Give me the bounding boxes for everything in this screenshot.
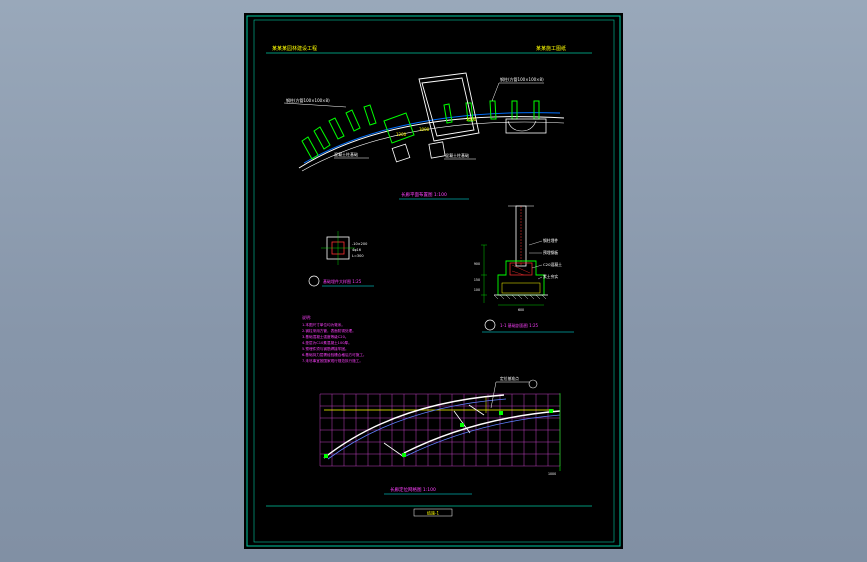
note-line-2: 2.钢柱采用方管，表面防锈处理。 — [302, 328, 356, 333]
grid-callout: 定位基准点 — [500, 376, 519, 381]
note-line-4: 4.垫层为C10素混凝土100厚。 — [302, 340, 352, 345]
note-line-1: 1.本图尺寸单位均为毫米。 — [302, 322, 345, 327]
detail-dim-2: 4φ16 — [352, 248, 361, 252]
section-dim-3: 100 — [474, 288, 480, 292]
header-left-text: 某某某园林建设工程 — [272, 45, 317, 52]
plan-dim-b: 3000 — [419, 127, 430, 132]
footer-label: 结施-1 — [427, 510, 439, 516]
note-line-3: 3.基础混凝土强度等级C20。 — [302, 334, 348, 339]
plan-callout-right: 钢柱(方管100×100×8) — [500, 76, 544, 82]
embed-detail-view: -10×200 4φ16 L=300 基础埋件大样图 1:25 — [308, 231, 374, 287]
notes-block: 说明: 1.本图尺寸单位均为毫米。 2.钢柱采用方管，表面防锈处理。 3.基础混… — [302, 314, 367, 363]
plan-title: 长廊平面布置图 1:100 — [401, 191, 447, 198]
foundation-section-view: 900 150 100 600 钢柱埋件 预埋钢板 C20混凝土 素土夯实 1-… — [474, 205, 574, 333]
section-title: 1-1 基础剖面图 1:25 — [500, 322, 539, 328]
note-line-6: 6.基础持力层需经验槽合格后方可施工。 — [302, 352, 367, 357]
section-dim-2: 150 — [474, 278, 480, 282]
detail-dim-1: -10×200 — [352, 242, 367, 246]
plan-view: 1200 3000 3000 钢柱(方管100×100×8) 钢柱(方管100×… — [283, 72, 565, 200]
note-line-7: 7.未尽事宜按国家现行规范执行施工。 — [302, 358, 363, 363]
section-label-1: 钢柱埋件 — [543, 238, 558, 243]
section-label-3: C20混凝土 — [543, 262, 562, 267]
plan-callout-bottom2: 混凝土柱基础 — [445, 152, 469, 158]
note-line-0: 说明: — [302, 314, 311, 320]
section-dim-1: 900 — [474, 262, 480, 266]
grid-dim: 1000 — [548, 472, 556, 476]
detail-dim-3: L=300 — [352, 254, 364, 258]
layout-grid-view: 1000 定位基准点 长廊定位网格图 1:100 — [319, 376, 561, 495]
plan-dim-a: 1200 — [396, 132, 407, 137]
header-right-text: 某某施工图纸 — [536, 45, 566, 52]
plan-dim-c: 3000 — [466, 117, 477, 122]
section-label-4: 素土夯实 — [543, 274, 558, 279]
drawing-canvas: 某某某园林建设工程 某某施工图纸 1200 3000 3000 钢柱(方管100… — [246, 15, 621, 547]
plan-callout-left: 钢柱(方管100×100×8) — [286, 97, 330, 103]
detail-title: 基础埋件大样图 1:25 — [323, 278, 362, 284]
grid-title: 长廊定位网格图 1:100 — [390, 486, 436, 493]
note-line-5: 5.预埋件须与钢筋焊接牢固。 — [302, 346, 349, 351]
cad-viewport[interactable]: 某某某园林建设工程 某某施工图纸 1200 3000 3000 钢柱(方管100… — [0, 0, 867, 562]
plan-callout-bottom: 混凝土柱基础 — [334, 151, 358, 157]
section-dim-4: 600 — [518, 308, 524, 312]
section-label-2: 预埋钢板 — [543, 250, 558, 255]
plan-arc-outer — [298, 116, 565, 169]
outer-frame — [246, 15, 621, 547]
drawing-sheet: 某某某园林建设工程 某某施工图纸 1200 3000 3000 钢柱(方管100… — [244, 13, 623, 549]
